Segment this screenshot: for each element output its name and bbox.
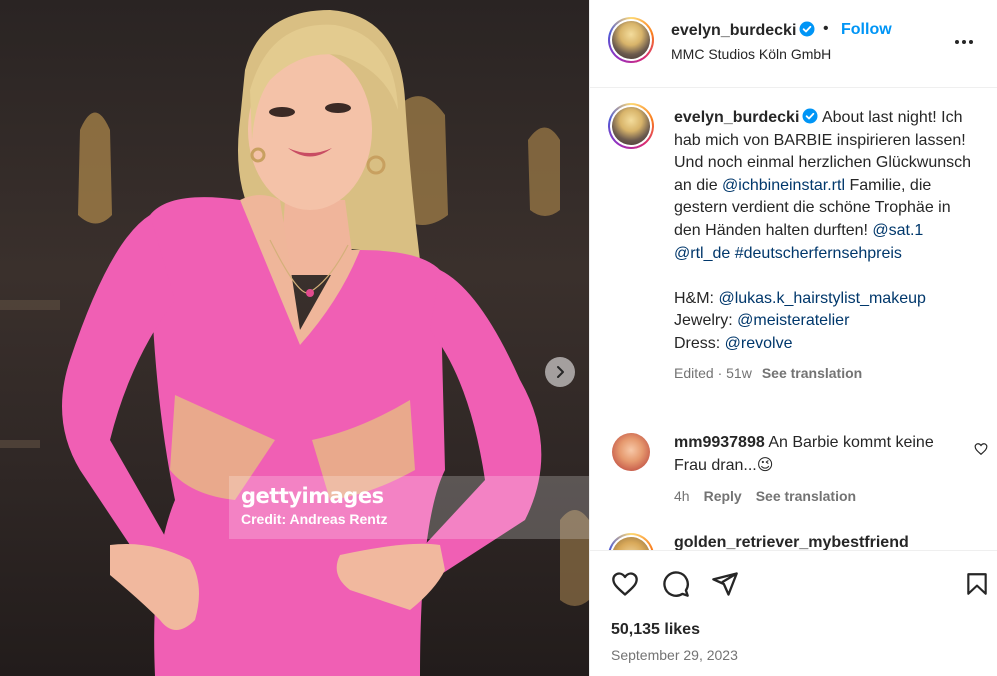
header-separator: • — [823, 20, 829, 37]
likes-count[interactable]: 50,135 likes — [611, 621, 700, 639]
reply-button[interactable]: Reply — [704, 488, 742, 504]
post-image[interactable]: gettyimages Credit: Andreas Rentz — [0, 0, 589, 676]
caption-edited-time: Edited · 51w — [674, 364, 752, 381]
mention-revolve[interactable]: @revolve — [725, 335, 793, 352]
caption-meta: Edited · 51w See translation — [674, 362, 979, 385]
comment-icon[interactable] — [662, 570, 690, 598]
author-username[interactable]: evelyn_burdecki — [671, 22, 796, 39]
mention-hairstylist[interactable]: @lukas.k_hairstylist_makeup — [718, 290, 925, 307]
comment-age: 4h — [674, 488, 690, 505]
next-image-button[interactable] — [545, 357, 575, 387]
heart-icon[interactable] — [611, 570, 639, 598]
dress-label: Dress: — [674, 334, 725, 352]
comment-username[interactable]: golden_retriever_mybestfriend — [674, 534, 909, 550]
jewelry-label: Jewelry: — [674, 312, 738, 330]
caption-body: evelyn_burdecki About last night! Ich ha… — [674, 107, 979, 384]
author-avatar[interactable] — [608, 17, 654, 63]
mention-sat1[interactable]: @sat.1 — [872, 222, 923, 239]
getty-watermark: gettyimages Credit: Andreas Rentz — [229, 476, 589, 539]
chevron-right-icon — [557, 366, 564, 378]
comment-meta: 4h Reply See translation — [674, 485, 954, 508]
caption-username[interactable]: evelyn_burdecki — [674, 109, 799, 126]
hm-label: H&M: — [674, 289, 719, 307]
comment-body: mm9937898 An Barbie kommt keine Frau dra… — [674, 432, 954, 508]
mention-ichbineinstar[interactable]: @ichbineinstar.rtl — [722, 177, 845, 194]
wink-emoji: 😉 — [756, 456, 774, 474]
watermark-credit: Credit: Andreas Rentz — [241, 511, 388, 527]
bookmark-icon[interactable] — [964, 570, 990, 598]
mention-meisteratelier[interactable]: @meisteratelier — [737, 312, 849, 329]
caption-avatar[interactable] — [608, 103, 654, 149]
comments-list[interactable]: evelyn_burdecki About last night! Ich ha… — [590, 89, 997, 550]
follow-button[interactable]: Follow — [841, 21, 892, 39]
verified-badge-icon — [799, 21, 815, 37]
post-actions: 50,135 likes September 29, 2023 — [590, 550, 997, 676]
comment-like-heart-icon[interactable] — [974, 442, 988, 456]
author-username-link[interactable]: evelyn_burdecki — [671, 21, 815, 40]
mention-rtl-de[interactable]: @rtl_de — [674, 245, 730, 262]
photo-scene — [0, 10, 589, 676]
watermark-logo: gettyimages — [241, 484, 384, 508]
share-icon[interactable] — [711, 570, 739, 598]
location-link[interactable]: MMC Studios Köln GmbH — [671, 46, 831, 62]
comment-username[interactable]: mm9937898 — [674, 434, 765, 451]
post-header: evelyn_burdecki • Follow MMC Studios Köl… — [590, 0, 997, 88]
comment-see-translation[interactable]: See translation — [756, 488, 856, 504]
post-date[interactable]: September 29, 2023 — [611, 647, 738, 663]
more-options-icon[interactable] — [952, 30, 976, 54]
post-side-panel: evelyn_burdecki • Follow MMC Studios Köl… — [589, 0, 997, 676]
verified-badge-icon — [802, 108, 818, 124]
commenter-avatar[interactable] — [612, 433, 650, 471]
hashtag-link[interactable]: #deutscherfernsehpreis — [735, 245, 902, 262]
caption-see-translation[interactable]: See translation — [762, 365, 862, 381]
comment-body: golden_retriever_mybestfriend — [674, 532, 954, 550]
commenter-avatar[interactable] — [608, 533, 654, 550]
